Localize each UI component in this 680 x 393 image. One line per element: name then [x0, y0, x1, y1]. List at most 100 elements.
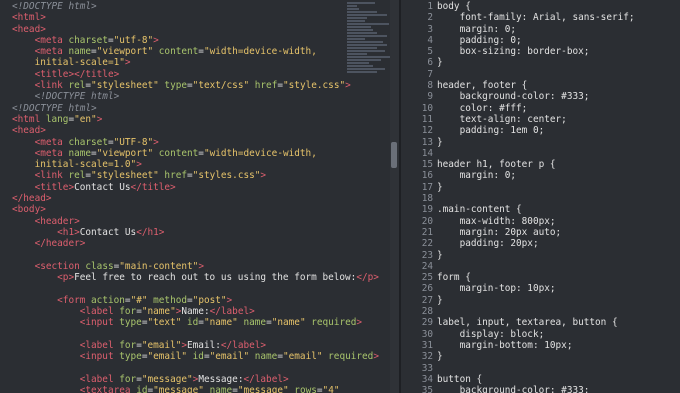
- html-code-line[interactable]: initial-scale=1.0">: [0, 159, 379, 170]
- code-token: >: [96, 113, 103, 125]
- css-code-line[interactable]: [437, 69, 635, 80]
- code-token: content: [153, 46, 199, 58]
- html-code-line[interactable]: </header>: [0, 238, 379, 249]
- css-code-line[interactable]: .main-content {: [437, 204, 635, 215]
- html-code-line[interactable]: <meta name="viewport" content="width=dev…: [0, 148, 379, 159]
- css-code-line[interactable]: }: [437, 250, 635, 261]
- css-code-line[interactable]: color: #fff;: [437, 103, 635, 114]
- html-code-line[interactable]: <head>: [0, 125, 379, 136]
- html-code-line[interactable]: <form action="#" method="post">: [0, 295, 379, 306]
- code-token: "UTF-8": [113, 136, 154, 148]
- css-code-line[interactable]: margin: 20px auto;: [437, 227, 635, 238]
- css-code-line[interactable]: }: [437, 57, 635, 68]
- css-code-line[interactable]: header h1, footer p {: [437, 159, 635, 170]
- minimap-line: [347, 14, 387, 16]
- html-code-line[interactable]: [0, 283, 379, 294]
- html-code-line[interactable]: <textarea id="message" name="message" ro…: [0, 385, 379, 393]
- html-code-line[interactable]: <!DOCTYPE html>: [0, 91, 379, 102]
- line-number: 27: [421, 294, 433, 306]
- minimap[interactable]: [347, 2, 391, 73]
- code-token: type: [119, 351, 142, 363]
- html-code-line[interactable]: </head>: [0, 193, 379, 204]
- css-code-line[interactable]: label, input, textarea, button {: [437, 317, 635, 328]
- html-code-line[interactable]: <body>: [0, 204, 379, 215]
- html-code-line[interactable]: <!DOCTYPE html>: [0, 1, 379, 12]
- css-code-line[interactable]: padding: 0;: [437, 35, 635, 46]
- css-code-line[interactable]: margin: 0;: [437, 170, 635, 181]
- html-editor-pane[interactable]: <!DOCTYPE html> <html> <head> <meta charse…: [0, 0, 400, 393]
- html-code-line[interactable]: [0, 329, 379, 340]
- css-code-line[interactable]: background-color: #333;: [437, 385, 635, 393]
- code-token: lang: [45, 113, 69, 125]
- html-code-line[interactable]: <section class="main-content">: [0, 261, 379, 272]
- css-code-line[interactable]: margin-top: 10px;: [437, 283, 635, 294]
- code-token: "text": [147, 317, 182, 329]
- html-code-line[interactable]: <input type="text" id="name" name="name"…: [0, 317, 379, 328]
- code-token: <section: [34, 260, 86, 272]
- code-token: id: [187, 351, 204, 363]
- code-token: >: [356, 317, 363, 329]
- css-code-line[interactable]: font-family: Arial, sans-serif;: [437, 12, 635, 23]
- html-code-line[interactable]: <input type="email" id="email" name="ema…: [0, 351, 379, 362]
- code-token: "main-content": [119, 260, 199, 272]
- code-token: action: [91, 294, 125, 306]
- css-code-line[interactable]: text-align: center;: [437, 114, 635, 125]
- html-code-line[interactable]: <label for="email">Email:</label>: [0, 340, 379, 351]
- html-code-line[interactable]: initial-scale=1">: [0, 57, 379, 68]
- html-code-line[interactable]: <p>Feel free to reach out to us using th…: [0, 272, 379, 283]
- code-token: margin: 20px auto;: [437, 226, 562, 238]
- css-code-line[interactable]: body {: [437, 1, 635, 12]
- html-code-line[interactable]: <html>: [0, 12, 379, 23]
- css-code-line[interactable]: button {: [437, 374, 635, 385]
- css-code-line[interactable]: max-width: 800px;: [437, 216, 635, 227]
- scrollbar-thumb[interactable]: [391, 142, 397, 168]
- css-code-line[interactable]: [437, 193, 635, 204]
- html-code-line[interactable]: [0, 250, 379, 261]
- css-editor-pane[interactable]: 1 2 3 4 5 6 7 8 9 10 11 12 13 14 15 16 17 18 19 20 21 22 23 24 2…: [401, 0, 680, 393]
- html-code-line[interactable]: <h1>Contact Us</h1>: [0, 227, 379, 238]
- css-code-line[interactable]: padding: 1em 0;: [437, 125, 635, 136]
- html-code-line[interactable]: <meta charset="utf-8">: [0, 35, 379, 46]
- css-code-line[interactable]: form {: [437, 272, 635, 283]
- html-code-line[interactable]: <meta name="viewport" content="width=dev…: [0, 46, 379, 57]
- css-code-line[interactable]: [437, 363, 635, 374]
- css-code-line[interactable]: }: [437, 295, 635, 306]
- css-code-line[interactable]: margin: 0;: [437, 24, 635, 35]
- html-code-line[interactable]: <head>: [0, 24, 379, 35]
- html-code-line[interactable]: <meta charset="UTF-8">: [0, 137, 379, 148]
- code-token: text-align: center;: [437, 113, 567, 125]
- css-code-line[interactable]: }: [437, 137, 635, 148]
- css-code-line[interactable]: padding: 20px;: [437, 238, 635, 249]
- line-number: 5: [427, 46, 433, 58]
- css-code-line[interactable]: display: block;: [437, 329, 635, 340]
- css-code-line[interactable]: }: [437, 351, 635, 362]
- html-code-line[interactable]: <html lang="en">: [0, 114, 379, 125]
- html-code-line[interactable]: <link rel="stylesheet" href="styles.css"…: [0, 170, 379, 181]
- html-code-line[interactable]: <link rel="stylesheet" type="text/css" h…: [0, 80, 379, 91]
- html-code-line[interactable]: [0, 363, 379, 374]
- code-token: id: [181, 317, 199, 329]
- css-code-line[interactable]: }: [437, 182, 635, 193]
- html-code-line[interactable]: <label for="message">Message:</label>: [0, 374, 379, 385]
- html-code-line[interactable]: <header>: [0, 216, 379, 227]
- css-code-line[interactable]: [437, 148, 635, 159]
- css-code-line[interactable]: [437, 306, 635, 317]
- vertical-scrollbar[interactable]: [390, 0, 399, 393]
- css-code-line[interactable]: margin-bottom: 10px;: [437, 340, 635, 351]
- html-code-line[interactable]: <!DOCTYPE html>: [0, 103, 379, 114]
- html-code-line[interactable]: <label for="name">Name:</label>: [0, 306, 379, 317]
- html-code-area[interactable]: <!DOCTYPE html> <html> <head> <meta charse…: [0, 1, 379, 393]
- minimap-line: [347, 26, 371, 28]
- minimap-line: [347, 44, 387, 46]
- css-code-line[interactable]: background-color: #333;: [437, 91, 635, 102]
- code-token: </head>: [12, 193, 52, 205]
- code-token: initial-scale=1.0": [12, 159, 137, 171]
- code-token: <input: [79, 351, 120, 363]
- html-code-line[interactable]: <title></title>: [0, 69, 379, 80]
- css-code-line[interactable]: [437, 261, 635, 272]
- code-token: padding: 1em 0;: [437, 125, 545, 137]
- css-code-line[interactable]: header, footer {: [437, 80, 635, 91]
- html-code-line[interactable]: <title>Contact Us</title>: [0, 182, 379, 193]
- css-code-area[interactable]: body { font-family: Arial, sans-serif; m…: [437, 1, 635, 393]
- css-code-line[interactable]: box-sizing: border-box;: [437, 46, 635, 57]
